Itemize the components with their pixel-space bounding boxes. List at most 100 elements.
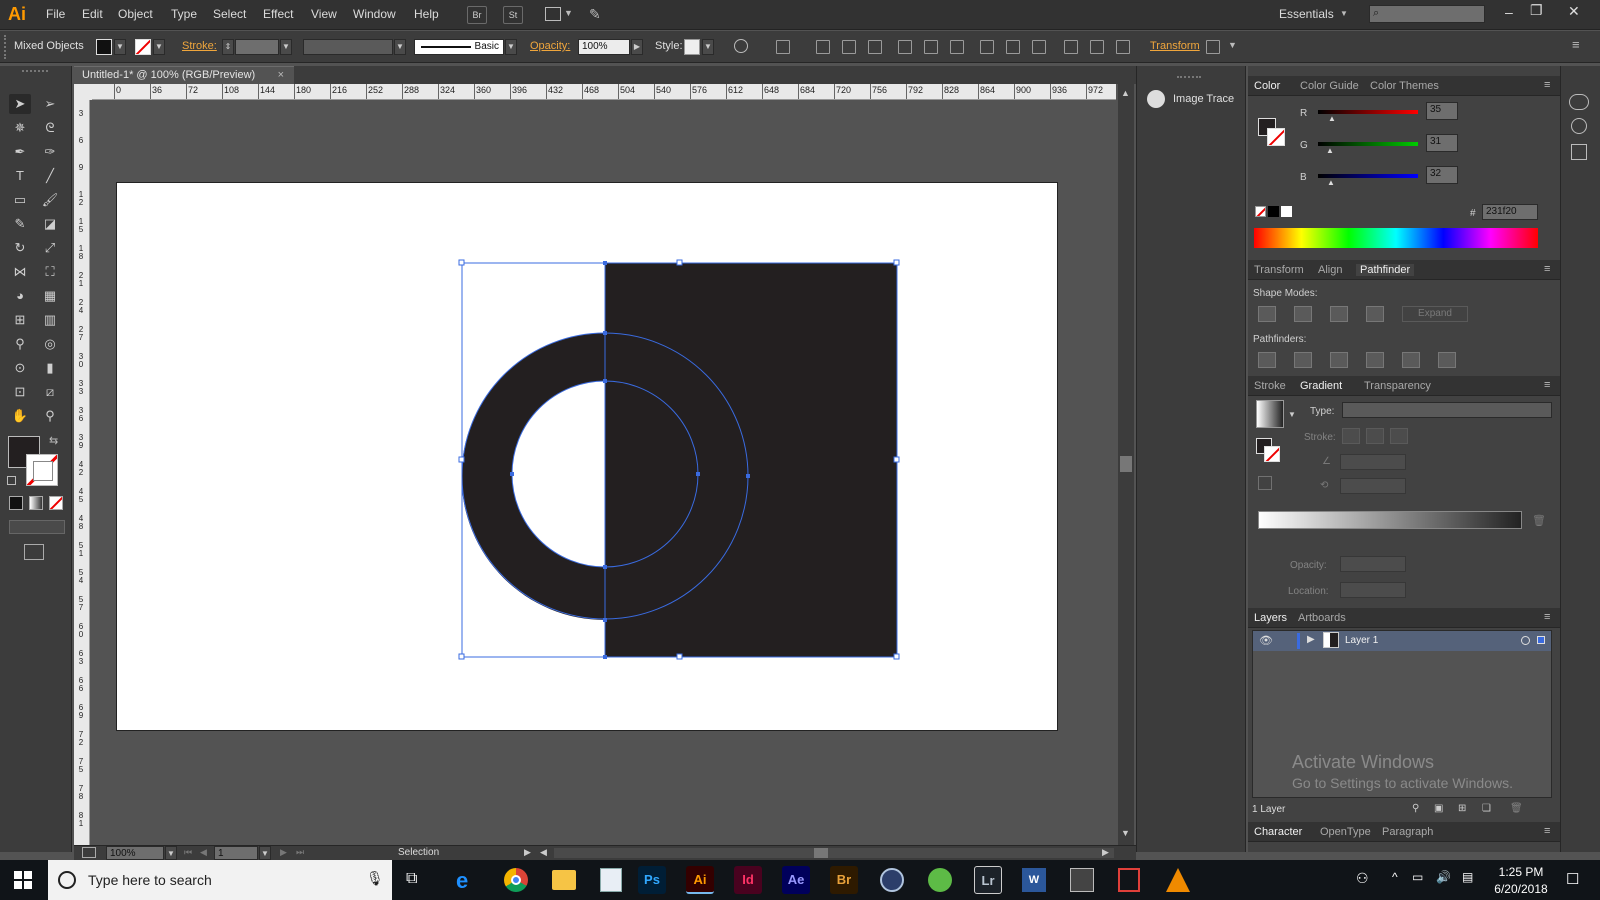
file-explorer-icon[interactable]	[552, 870, 576, 890]
tab-transparency[interactable]: Transparency	[1364, 380, 1431, 392]
image-trace-icon[interactable]	[1147, 90, 1165, 108]
cinema4d-icon[interactable]	[880, 868, 904, 892]
taskbar-search-box[interactable]: Type here to search 🎙	[48, 860, 392, 900]
lightroom-icon[interactable]: Lr	[974, 866, 1002, 894]
minus-back-button[interactable]	[1438, 352, 1456, 368]
vertical-ruler[interactable]: 3691 21 51 82 12 42 73 03 33 63 94 24 54…	[74, 100, 90, 845]
align-top-icon[interactable]	[898, 40, 912, 54]
crop-button[interactable]	[1366, 352, 1384, 368]
trim-button[interactable]	[1294, 352, 1312, 368]
mesh-tool-icon[interactable]: ⊞	[9, 310, 31, 330]
line-tool-icon[interactable]: ╱	[39, 166, 61, 186]
document-tab[interactable]: Untitled-1* @ 100% (RGB/Preview) ×	[74, 66, 294, 84]
free-transform-tool-icon[interactable]: ⛶	[39, 262, 61, 282]
stroke-weight-dropdown[interactable]: ▼	[280, 39, 292, 55]
last-artboard-icon[interactable]: ⏭	[296, 847, 304, 858]
color-stroke-swatch[interactable]	[1267, 128, 1285, 146]
tab-color[interactable]: Color	[1254, 80, 1280, 92]
chevron-down-icon[interactable]: ▼	[1288, 410, 1296, 419]
bridge-button[interactable]: Br	[467, 6, 487, 24]
transform-link[interactable]: Transform	[1150, 40, 1200, 52]
outline-button[interactable]	[1402, 352, 1420, 368]
gradient-mode-icon[interactable]	[29, 496, 43, 510]
none-mode-icon[interactable]	[49, 496, 63, 510]
minimize-button[interactable]: –	[1505, 4, 1513, 20]
perspective-grid-tool-icon[interactable]: ▦	[39, 286, 61, 306]
tab-layers[interactable]: Layers	[1254, 612, 1287, 624]
stroke-weight-field[interactable]	[235, 39, 279, 55]
tab-opentype[interactable]: OpenType	[1320, 826, 1371, 838]
slice-tool-icon[interactable]: ⧄	[39, 382, 61, 402]
menu-edit[interactable]: Edit	[82, 7, 103, 21]
zoom-field[interactable]: 100%	[106, 846, 164, 860]
minus-front-button[interactable]	[1294, 306, 1312, 322]
selection-indicator-icon[interactable]	[1537, 636, 1545, 644]
transform-options-icon[interactable]	[1206, 40, 1220, 54]
hex-field[interactable]: 231f20	[1482, 204, 1538, 220]
tab-color-themes[interactable]: Color Themes	[1370, 80, 1439, 92]
edge-icon[interactable]: e	[456, 868, 468, 894]
recolor-artwork-icon[interactable]	[734, 39, 748, 53]
stroke-stepper[interactable]: ⇕	[222, 39, 234, 55]
artboard-tool-icon[interactable]: ⊡	[9, 382, 31, 402]
people-icon[interactable]: ⚇	[1356, 870, 1369, 887]
tab-stroke[interactable]: Stroke	[1254, 380, 1286, 392]
photoshop-icon[interactable]: Ps	[638, 866, 666, 894]
align-left-icon[interactable]	[816, 40, 830, 54]
tab-character[interactable]: Character	[1254, 826, 1302, 838]
black-swatch[interactable]	[1268, 206, 1279, 217]
network-icon[interactable]: ▤	[1462, 870, 1473, 884]
menu-effect[interactable]: Effect	[263, 7, 293, 21]
screen-mode-icon[interactable]	[24, 544, 44, 560]
gradient-slider[interactable]	[1258, 511, 1522, 529]
word-icon[interactable]: W	[1022, 868, 1046, 892]
graphic-style-swatch[interactable]	[684, 39, 700, 55]
hand-tool-icon[interactable]: ✋	[9, 406, 31, 426]
r-slider-thumb[interactable]: ▲	[1328, 114, 1336, 123]
opacity-field[interactable]: 100%	[578, 39, 630, 55]
scroll-thumb[interactable]	[1120, 456, 1132, 472]
gradient-location-field[interactable]	[1340, 582, 1406, 598]
greenshot-icon[interactable]	[928, 868, 952, 892]
gradient-thumbnail[interactable]	[1256, 400, 1284, 428]
gradient-opacity-field[interactable]	[1340, 556, 1406, 572]
variable-width-field[interactable]	[303, 39, 393, 55]
menu-window[interactable]: Window	[353, 7, 396, 21]
zoom-tool-icon[interactable]: ⚲	[39, 406, 61, 426]
share-icon[interactable]	[82, 847, 96, 858]
gpu-performance-icon[interactable]: ✎	[589, 6, 601, 23]
exclude-button[interactable]	[1366, 306, 1384, 322]
panel-menu-icon[interactable]: ≡	[1544, 379, 1550, 391]
previous-artboard-icon[interactable]: ◀	[200, 847, 207, 858]
after-effects-icon[interactable]: Ae	[782, 866, 810, 894]
make-clipping-mask-icon[interactable]: ▣	[1434, 803, 1443, 814]
stroke-swatch[interactable]	[135, 39, 151, 55]
menu-file[interactable]: File	[46, 7, 65, 21]
stroke-within-button[interactable]	[1342, 428, 1360, 444]
layer-name[interactable]: Layer 1	[1345, 635, 1378, 646]
hscroll-thumb[interactable]	[814, 848, 828, 858]
default-colors-icon[interactable]	[7, 476, 16, 485]
expand-layer-icon[interactable]: ▶	[1307, 634, 1315, 645]
appearance-icon[interactable]	[1571, 118, 1587, 134]
canvas-area[interactable]	[92, 100, 1116, 845]
g-value-field[interactable]: 31	[1426, 134, 1458, 152]
distribute-vcenter-icon[interactable]	[1006, 40, 1020, 54]
tab-align[interactable]: Align	[1318, 264, 1342, 276]
bridge-icon[interactable]: Br	[830, 866, 858, 894]
column-graph-tool-icon[interactable]: ▮	[39, 358, 61, 378]
artboard-dropdown[interactable]: ▼	[259, 846, 271, 860]
curvature-tool-icon[interactable]: ✑	[39, 142, 61, 162]
magic-wand-tool-icon[interactable]: ✵	[9, 118, 31, 138]
unite-button[interactable]	[1258, 306, 1276, 322]
brush-dropdown[interactable]: ▼	[505, 39, 517, 55]
scale-tool-icon[interactable]: ⤢	[39, 238, 61, 258]
b-value-field[interactable]: 32	[1426, 166, 1458, 184]
stock-button[interactable]: St	[503, 6, 523, 24]
selection-tool-icon[interactable]: ➤	[9, 94, 31, 114]
white-swatch[interactable]	[1281, 206, 1292, 217]
tab-artboards[interactable]: Artboards	[1298, 612, 1346, 624]
rectangle-tool-icon[interactable]: ▭	[9, 190, 31, 210]
menu-help[interactable]: Help	[414, 7, 439, 21]
tab-pathfinder[interactable]: Pathfinder	[1356, 264, 1415, 276]
